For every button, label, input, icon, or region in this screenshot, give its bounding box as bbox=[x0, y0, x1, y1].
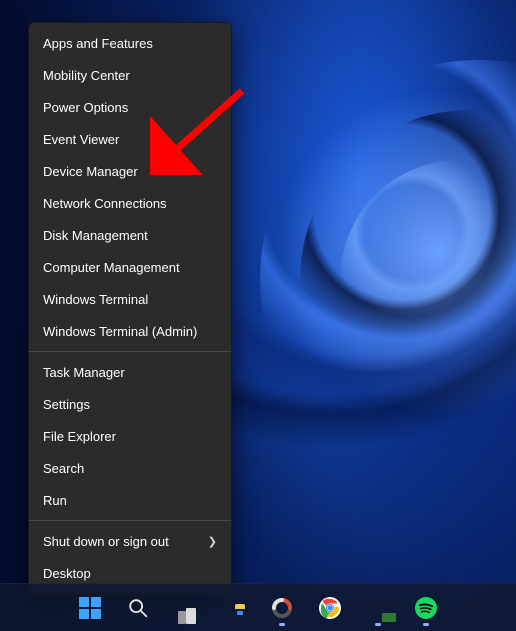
search-button[interactable] bbox=[118, 588, 158, 628]
menu-item-label: Settings bbox=[43, 397, 90, 412]
menu-file-explorer[interactable]: File Explorer bbox=[29, 420, 231, 452]
menu-windows-terminal-admin[interactable]: Windows Terminal (Admin) bbox=[29, 315, 231, 347]
menu-search[interactable]: Search bbox=[29, 452, 231, 484]
menu-item-label: Disk Management bbox=[43, 228, 148, 243]
menu-item-label: Windows Terminal (Admin) bbox=[43, 324, 197, 339]
menu-divider bbox=[29, 520, 231, 521]
menu-item-label: Run bbox=[43, 493, 67, 508]
menu-device-manager[interactable]: Device Manager bbox=[29, 155, 231, 187]
menu-shutdown-or-signout[interactable]: Shut down or sign out ❯ bbox=[29, 525, 231, 557]
ring-icon bbox=[270, 596, 294, 620]
menu-network-connections[interactable]: Network Connections bbox=[29, 187, 231, 219]
menu-item-label: Desktop bbox=[43, 566, 91, 581]
menu-computer-management[interactable]: Computer Management bbox=[29, 251, 231, 283]
menu-item-label: Shut down or sign out bbox=[43, 534, 169, 549]
chrome-icon bbox=[318, 596, 342, 620]
menu-item-label: Computer Management bbox=[43, 260, 180, 275]
menu-event-viewer[interactable]: Event Viewer bbox=[29, 123, 231, 155]
menu-run[interactable]: Run bbox=[29, 484, 231, 516]
menu-windows-terminal[interactable]: Windows Terminal bbox=[29, 283, 231, 315]
start-button[interactable] bbox=[70, 588, 110, 628]
spotify-button[interactable] bbox=[406, 588, 446, 628]
menu-item-label: Task Manager bbox=[43, 365, 125, 380]
menu-item-label: Windows Terminal bbox=[43, 292, 148, 307]
menu-mobility-center[interactable]: Mobility Center bbox=[29, 59, 231, 91]
menu-item-label: Network Connections bbox=[43, 196, 167, 211]
chevron-right-icon: ❯ bbox=[208, 535, 217, 548]
chrome-button[interactable] bbox=[310, 588, 350, 628]
menu-settings[interactable]: Settings bbox=[29, 388, 231, 420]
menu-power-options[interactable]: Power Options bbox=[29, 91, 231, 123]
menu-apps-and-features[interactable]: Apps and Features bbox=[29, 27, 231, 59]
menu-item-label: Mobility Center bbox=[43, 68, 130, 83]
file-explorer-button[interactable] bbox=[214, 588, 254, 628]
powertoys-button[interactable] bbox=[262, 588, 302, 628]
menu-disk-management[interactable]: Disk Management bbox=[29, 219, 231, 251]
windows-logo-icon bbox=[79, 597, 101, 619]
task-view-button[interactable] bbox=[166, 588, 206, 628]
green-app-button[interactable] bbox=[358, 588, 398, 628]
winx-context-menu: Apps and Features Mobility Center Power Op… bbox=[28, 22, 232, 594]
taskbar bbox=[0, 583, 516, 631]
menu-item-label: Search bbox=[43, 461, 84, 476]
menu-item-label: Power Options bbox=[43, 100, 128, 115]
search-icon bbox=[127, 597, 149, 619]
menu-divider bbox=[29, 351, 231, 352]
menu-task-manager[interactable]: Task Manager bbox=[29, 356, 231, 388]
menu-item-label: Device Manager bbox=[43, 164, 138, 179]
menu-item-label: Apps and Features bbox=[43, 36, 153, 51]
menu-item-label: File Explorer bbox=[43, 429, 116, 444]
menu-item-label: Event Viewer bbox=[43, 132, 119, 147]
spotify-icon bbox=[414, 596, 438, 620]
